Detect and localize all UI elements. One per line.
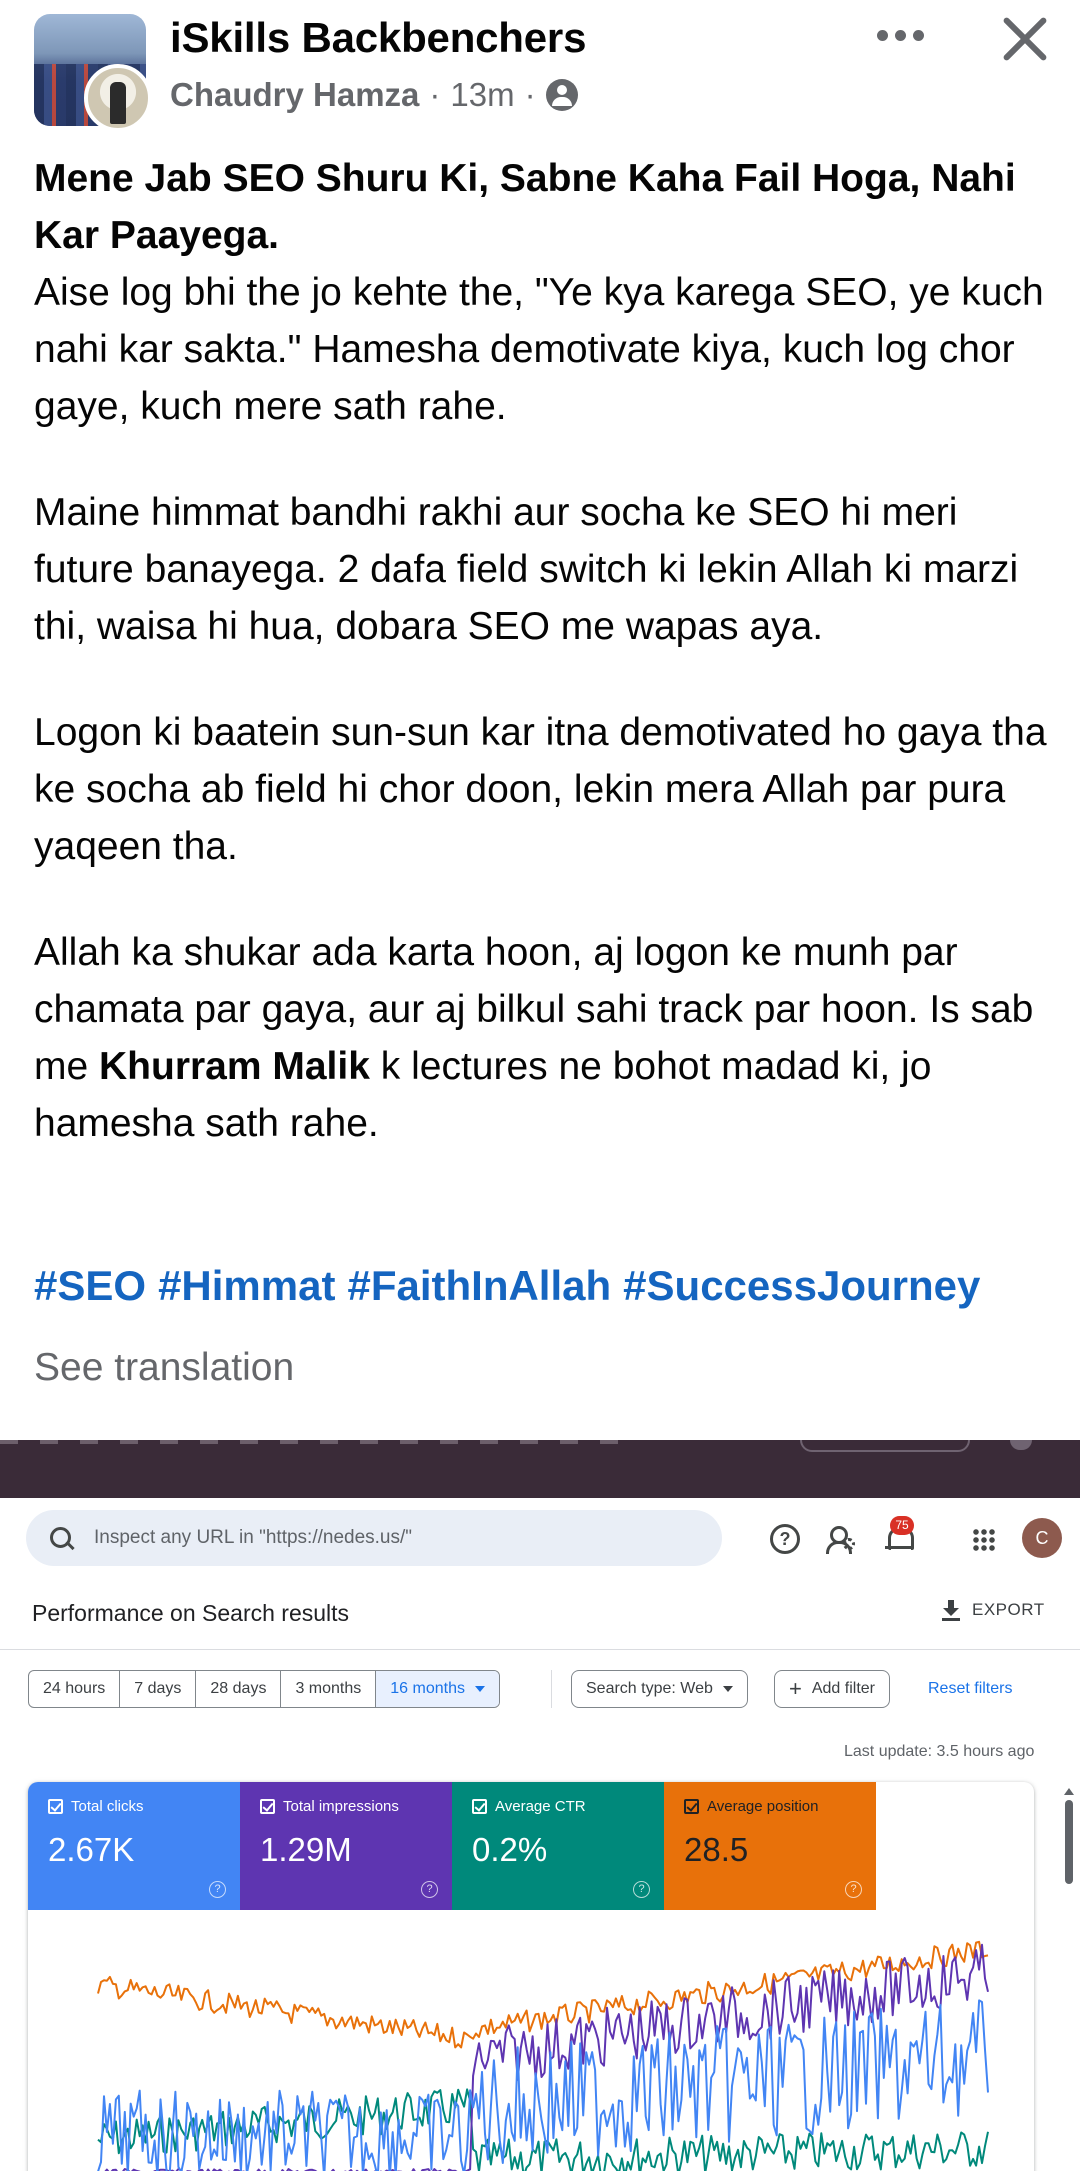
post-time[interactable]: 13m — [450, 76, 514, 114]
checkbox-checked-icon[interactable] — [684, 1799, 699, 1814]
apps-grid-icon[interactable] — [972, 1528, 996, 1552]
range-7-days[interactable]: 7 days — [120, 1671, 197, 1707]
see-translation-link[interactable]: See translation — [34, 1346, 294, 1390]
metric-value: 1.29M — [260, 1831, 352, 1868]
metric-total-impressions[interactable]: Total impressions 1.29M ? — [240, 1782, 452, 1910]
notification-badge: 75 — [890, 1516, 914, 1535]
add-filter-button[interactable]: + Add filter — [774, 1670, 890, 1708]
author-avatar[interactable] — [84, 64, 152, 132]
meta-separator: · — [524, 76, 536, 113]
export-button[interactable]: EXPORT — [942, 1600, 1045, 1621]
export-label: EXPORT — [972, 1600, 1045, 1619]
chevron-down-icon — [474, 1686, 485, 1692]
manage-users-icon[interactable] — [826, 1524, 856, 1554]
range-24-hours[interactable]: 24 hours — [29, 1671, 121, 1707]
help-icon[interactable]: ? — [770, 1524, 800, 1554]
attached-screenshot[interactable]: ? 75 C Performance on Search results EXP… — [0, 1440, 1080, 2171]
help-icon[interactable]: ? — [845, 1881, 862, 1898]
divider — [551, 1670, 552, 1708]
divider — [0, 1649, 1080, 1650]
post-paragraph: Logon ki baatein sun-sun kar itna demoti… — [34, 711, 1047, 868]
more-options-button[interactable] — [868, 10, 932, 60]
group-avatar[interactable] — [34, 14, 152, 132]
performance-card: Total clicks 2.67K ? Total impressions 1… — [28, 1782, 1034, 2171]
metric-average-ctr[interactable]: Average CTR 0.2% ? — [452, 1782, 664, 1910]
author-name[interactable]: Chaudry Hamza — [170, 76, 419, 114]
group-name[interactable]: iSkills Backbenchers — [170, 14, 586, 62]
close-icon[interactable] — [994, 8, 1056, 70]
scrollbar[interactable] — [1064, 1788, 1074, 1898]
screenshot-browser-bar — [0, 1440, 1080, 1498]
hashtag-link[interactable]: #SuccessJourney — [623, 1262, 980, 1310]
reset-filters-link[interactable]: Reset filters — [928, 1680, 1012, 1698]
post-headline: Mene Jab SEO Shuru Ki, Sabne Kaha Fail H… — [34, 157, 1016, 257]
checkbox-checked-icon[interactable] — [472, 1799, 487, 1814]
range-28-days[interactable]: 28 days — [196, 1671, 282, 1707]
performance-chart[interactable] — [28, 1910, 1034, 2171]
help-icon[interactable]: ? — [421, 1881, 438, 1898]
globe-icon — [545, 79, 578, 111]
metric-value: 28.5 — [684, 1831, 749, 1868]
post-paragraph: Allah ka shukar ada karta hoon, aj logon… — [34, 931, 1034, 1145]
metric-value: 2.67K — [48, 1831, 135, 1868]
post-paragraph: Aise log bhi the jo kehte the, "Ye kya k… — [34, 271, 1044, 428]
search-icon — [48, 1525, 74, 1551]
meta-separator: · — [429, 76, 441, 113]
help-icon[interactable]: ? — [633, 1881, 650, 1898]
post-body: Mene Jab SEO Shuru Ki, Sabne Kaha Fail H… — [34, 150, 1054, 1152]
metric-value: 0.2% — [472, 1831, 548, 1868]
scrollbar-thumb[interactable] — [1065, 1800, 1073, 1884]
hashtag-link[interactable]: #Himmat — [158, 1262, 335, 1310]
search-input[interactable] — [94, 1527, 654, 1549]
range-16-months[interactable]: 16 months — [376, 1671, 499, 1707]
scroll-up-icon[interactable] — [1064, 1788, 1074, 1795]
checkbox-checked-icon[interactable] — [260, 1799, 275, 1814]
hashtag-link[interactable]: #SEO — [34, 1262, 146, 1310]
last-update-text: Last update: 3.5 hours ago — [844, 1743, 1035, 1760]
plus-icon: + — [789, 1676, 802, 1701]
page-title: Performance on Search results — [32, 1600, 350, 1626]
mentioned-name[interactable]: Khurram Malik — [99, 1045, 370, 1088]
url-inspect-search[interactable] — [26, 1510, 722, 1566]
metric-average-position[interactable]: Average position 28.5 ? — [664, 1782, 876, 1910]
search-type-filter[interactable]: Search type: Web — [571, 1670, 748, 1708]
checkbox-checked-icon[interactable] — [48, 1799, 63, 1814]
account-avatar[interactable]: C — [1022, 1518, 1062, 1558]
range-3-months[interactable]: 3 months — [281, 1671, 377, 1707]
download-icon — [942, 1600, 960, 1621]
hashtag-link[interactable]: #FaithInAllah — [347, 1262, 611, 1310]
post-meta: Chaudry Hamza · 13m · — [170, 76, 578, 114]
more-dots-icon — [876, 29, 888, 41]
metric-total-clicks[interactable]: Total clicks 2.67K ? — [28, 1782, 240, 1910]
facebook-post: iSkills Backbenchers Chaudry Hamza · 13m… — [0, 0, 1080, 1440]
post-paragraph: Maine himmat bandhi rakhi aur socha ke S… — [34, 491, 1019, 648]
chevron-down-icon — [722, 1686, 733, 1692]
hashtags: #SEO #Himmat #FaithInAllah #SuccessJourn… — [34, 1262, 980, 1310]
date-range-selector: 24 hours 7 days 28 days 3 months 16 mont… — [28, 1670, 500, 1708]
help-icon[interactable]: ? — [209, 1881, 226, 1898]
